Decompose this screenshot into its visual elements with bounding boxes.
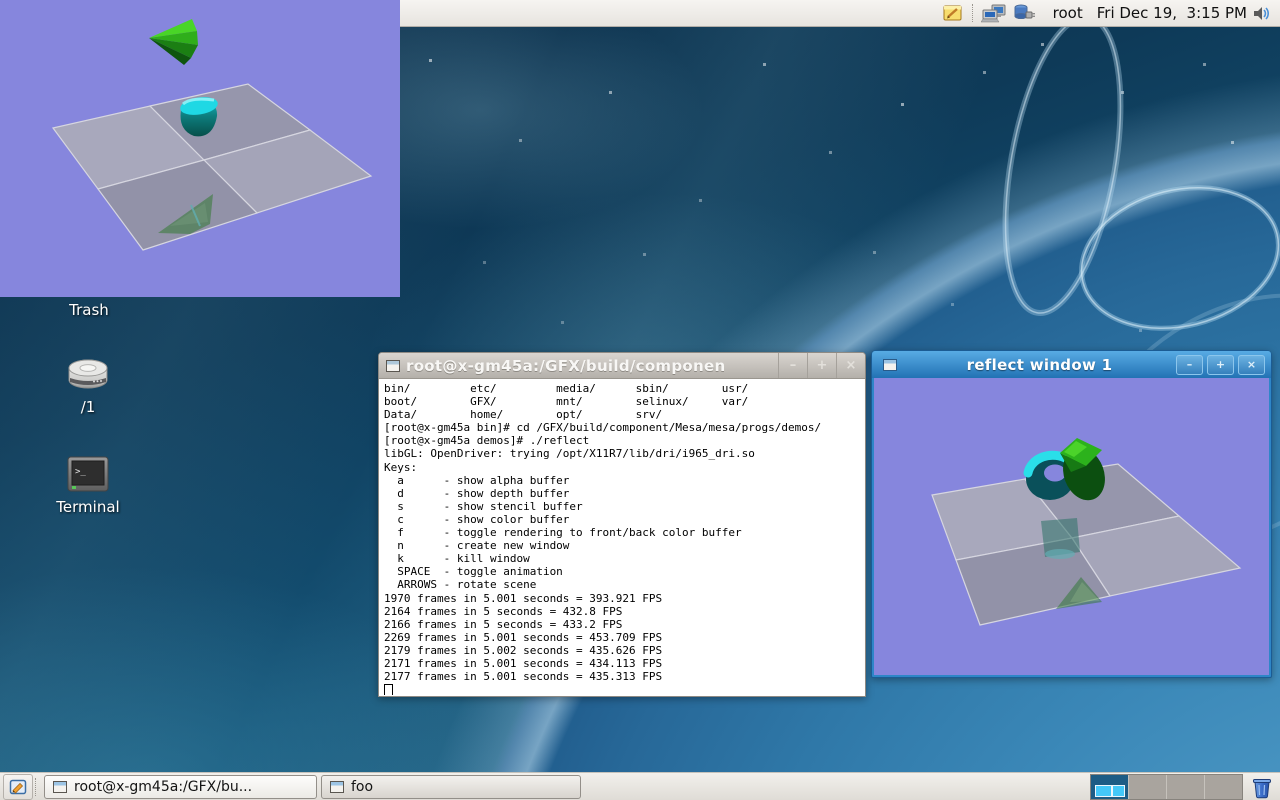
task-button-label: root@x-gm45a:/GFX/bu...	[74, 779, 252, 795]
terminal-line: c - show color buffer	[384, 513, 864, 526]
reflect-window-content[interactable]	[874, 378, 1269, 675]
terminal-line: boot/ GFX/ mnt/ selinux/ var/	[384, 395, 864, 408]
task-window-icon	[330, 781, 344, 793]
notes-applet-icon[interactable]	[942, 3, 964, 23]
maximize-button[interactable]: +	[807, 353, 836, 378]
terminal-line: Keys:	[384, 461, 864, 474]
desktop-icon-trash[interactable]: Trash	[44, 299, 134, 319]
terminal-line: [root@x-gm45a bin]# cd /GFX/build/compon…	[384, 421, 864, 434]
terminal-line: bin/ etc/ media/ sbin/ usr/	[384, 382, 864, 395]
show-desktop-button[interactable]	[3, 774, 33, 800]
task-button-terminal[interactable]: root@x-gm45a:/GFX/bu...	[44, 775, 317, 799]
workspace-mini-window	[1112, 785, 1125, 797]
user-switcher[interactable]: root	[1053, 4, 1083, 22]
task-button-foo[interactable]: foo	[321, 775, 581, 799]
terminal-line: 2179 frames in 5.002 seconds = 435.626 F…	[384, 644, 864, 657]
desktop-icon-terminal[interactable]: >_ Terminal	[46, 454, 130, 516]
task-window-icon	[53, 781, 67, 793]
terminal-cursor	[384, 684, 393, 695]
close-button[interactable]: ×	[1238, 355, 1265, 375]
reflect-window-title: reflect window 1	[903, 356, 1176, 374]
tray-separator	[972, 4, 973, 22]
reflect-window-titlebar[interactable]: reflect window 1 – + ×	[872, 351, 1271, 378]
terminal-line: n - create new window	[384, 539, 864, 552]
terminal-label: Terminal	[56, 498, 119, 516]
workspace-1[interactable]	[1091, 775, 1128, 799]
terminal-line: 2177 frames in 5.001 seconds = 435.313 F…	[384, 670, 864, 683]
workspace-3[interactable]	[1166, 775, 1204, 799]
harddrive-icon	[65, 354, 111, 396]
desktop-icon-drive[interactable]: /1	[56, 354, 120, 416]
terminal-line: k - kill window	[384, 552, 864, 565]
terminal-line: f - toggle rendering to front/back color…	[384, 526, 864, 539]
workspace-4[interactable]	[1204, 775, 1242, 799]
terminal-window-icon	[386, 360, 400, 372]
terminal-line: s - show stencil buffer	[384, 500, 864, 513]
workstations-tray-icon[interactable]	[981, 3, 1007, 24]
workspace-mini-window	[1095, 785, 1112, 797]
terminal-line: a - show alpha buffer	[384, 474, 864, 487]
workspace-switcher	[1090, 774, 1243, 800]
reflect-scene-window1	[874, 378, 1269, 675]
minimize-button[interactable]: –	[1176, 355, 1203, 375]
terminal-window-title: root@x-gm45a:/GFX/build/componen	[406, 357, 778, 375]
terminal-line: 1970 frames in 5.001 seconds = 393.921 F…	[384, 592, 864, 605]
terminal-line: ARROWS - rotate scene	[384, 578, 864, 591]
terminal-line: 2166 frames in 5 seconds = 433.2 FPS	[384, 618, 864, 631]
maximize-button[interactable]: +	[1207, 355, 1234, 375]
taskbar: root@x-gm45a:/GFX/bu... foo	[0, 772, 1280, 800]
reflect-window-icon	[883, 359, 897, 371]
task-button-label: foo	[351, 779, 373, 795]
terminal-window: root@x-gm45a:/GFX/build/componen – + × b…	[378, 352, 866, 697]
reflect-scene-foo	[0, 0, 400, 297]
terminal-line: libGL: OpenDriver: trying /opt/X11R7/lib…	[384, 447, 864, 460]
taskbar-separator	[35, 778, 36, 796]
terminal-titlebar[interactable]: root@x-gm45a:/GFX/build/componen – + ×	[379, 353, 865, 379]
terminal-line: SPACE - toggle animation	[384, 565, 864, 578]
terminal-line: [root@x-gm45a demos]# ./reflect	[384, 434, 864, 447]
workspace-2[interactable]	[1128, 775, 1166, 799]
terminal-line: 2164 frames in 5 seconds = 432.8 FPS	[384, 605, 864, 618]
minimize-button[interactable]: –	[778, 353, 807, 378]
close-button[interactable]: ×	[836, 353, 865, 378]
terminal-line: d - show depth buffer	[384, 487, 864, 500]
drive-label: /1	[81, 398, 96, 416]
svg-text:>_: >_	[75, 467, 86, 477]
volume-icon[interactable]	[1253, 5, 1272, 22]
clock-applet[interactable]: Fri Dec 19, 3:15 PM	[1097, 4, 1247, 22]
disk-mounter-tray-icon[interactable]	[1013, 3, 1037, 23]
terminal-line: Data/ home/ opt/ srv/	[384, 408, 864, 421]
terminal-line: 2171 frames in 5.001 seconds = 434.113 F…	[384, 657, 864, 670]
trash-applet-icon[interactable]	[1250, 775, 1274, 799]
trash-label: Trash	[69, 301, 109, 319]
terminal-icon: >_	[65, 454, 111, 496]
terminal-line: 2269 frames in 5.001 seconds = 453.709 F…	[384, 631, 864, 644]
gl-window-foo[interactable]	[0, 0, 400, 297]
reflect-window-1: reflect window 1 – + ×	[871, 350, 1272, 678]
terminal-output[interactable]: bin/ etc/ media/ sbin/ usr/ boot/ GFX/ m…	[380, 379, 864, 695]
